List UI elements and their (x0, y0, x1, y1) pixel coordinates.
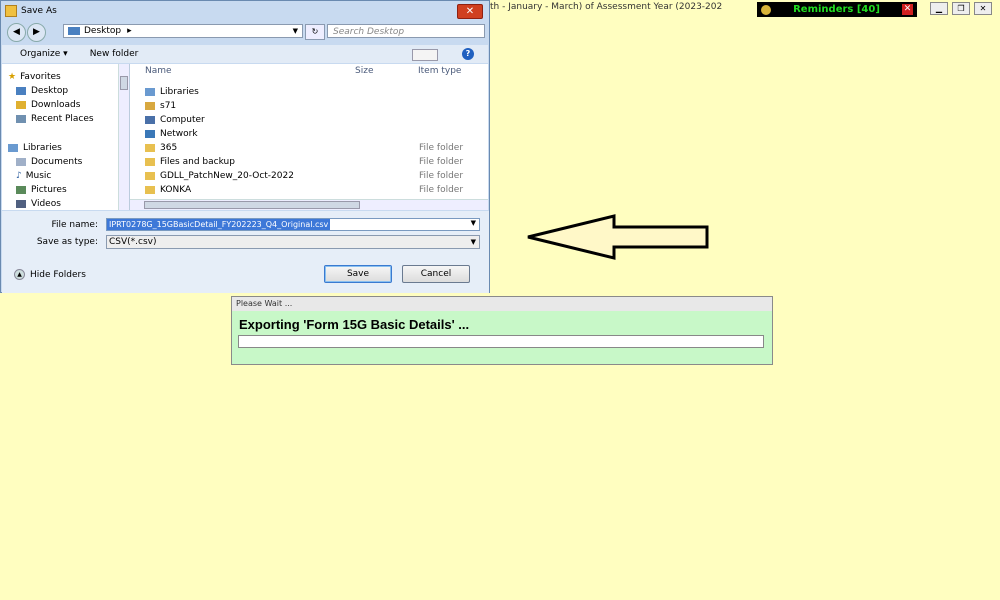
file-name-label: File name: (51, 220, 98, 230)
nav-item-documents[interactable]: Documents (16, 156, 82, 168)
nav-item-pictures[interactable]: Pictures (16, 184, 67, 196)
address-bar[interactable]: Desktop ▸ ▼ (63, 24, 303, 38)
reminders-label: Reminders [40] (793, 4, 880, 15)
please-wait-dialog: Please Wait ... Exporting 'Form 15G Basi… (231, 296, 773, 365)
address-text: Desktop (84, 26, 122, 36)
scrollbar-thumb[interactable] (144, 201, 360, 209)
minimize-button[interactable]: ▁ (930, 2, 948, 15)
column-header-type[interactable]: Item type (418, 66, 461, 76)
restore-button[interactable]: ❐ (952, 2, 970, 15)
libraries-icon (8, 144, 18, 152)
hide-folders-button[interactable]: ▲ Hide Folders (14, 269, 86, 280)
nav-favorites[interactable]: ★ Favorites (8, 71, 61, 83)
horizontal-scrollbar[interactable] (130, 199, 488, 210)
folder-icon (145, 172, 155, 180)
nav-item-downloads[interactable]: Downloads (16, 99, 80, 111)
new-folder-button[interactable]: New folder (90, 49, 139, 59)
folder-icon (145, 158, 155, 166)
forward-button[interactable]: ▶ (27, 23, 46, 42)
nav-libraries[interactable]: Libraries (8, 142, 62, 154)
list-item[interactable]: Libraries (145, 86, 470, 98)
please-wait-title: Please Wait ... (232, 297, 772, 311)
export-progress-bar (238, 335, 764, 348)
pictures-icon (16, 186, 26, 194)
address-row: ◀ ▶ Desktop ▸ ▼ ↻ Search Desktop (5, 23, 485, 42)
window-controls: ▁ ❐ ✕ (930, 2, 992, 15)
chevron-down-icon[interactable]: ▼ (471, 219, 476, 227)
desktop-icon (68, 27, 80, 35)
views-icon[interactable] (412, 49, 438, 61)
recent-places-icon (16, 115, 26, 123)
nav-item-music[interactable]: ♪ Music (16, 170, 51, 182)
reminders-badge[interactable]: Reminders [40] ✕ (757, 2, 917, 17)
chevron-down-icon[interactable]: ▼ (293, 27, 298, 35)
documents-icon (16, 158, 26, 166)
save-type-select[interactable]: CSV(*.csv) ▼ (106, 235, 480, 249)
save-button[interactable]: Save (324, 265, 392, 283)
file-name-value: IPRT0278G_15GBasicDetail_FY202223_Q4_Ori… (107, 219, 331, 230)
list-item[interactable]: KONKA File folder (145, 184, 470, 196)
save-as-dialog: Save As ✕ ◀ ▶ Desktop ▸ ▼ ↻ Search Deskt… (0, 0, 490, 293)
chevron-right-icon: ▸ (127, 26, 132, 36)
nav-item-desktop[interactable]: Desktop (16, 85, 68, 97)
user-folder-icon (145, 102, 155, 110)
export-message: Exporting 'Form 15G Basic Details' ... (239, 317, 470, 332)
organize-button[interactable]: Organize ▾ (20, 49, 68, 59)
folder-icon (145, 144, 155, 152)
computer-icon (145, 116, 155, 124)
close-button[interactable]: ✕ (974, 2, 992, 15)
network-icon (145, 130, 155, 138)
column-header-name[interactable]: Name (145, 66, 172, 76)
app-icon (5, 5, 17, 17)
save-type-value: CSV(*.csv) (109, 237, 157, 247)
left-arrow-icon (527, 214, 709, 260)
file-name-input[interactable]: IPRT0278G_15GBasicDetail_FY202223_Q4_Ori… (106, 218, 480, 231)
back-button[interactable]: ◀ (7, 23, 26, 42)
file-list: Name Size Item type Libraries s71 Comput… (130, 64, 488, 210)
dialog-close-button[interactable]: ✕ (457, 4, 483, 19)
bulb-icon (761, 4, 771, 15)
save-type-label: Save as type: (36, 237, 98, 247)
libraries-icon (145, 88, 155, 96)
cancel-button[interactable]: Cancel (402, 265, 470, 283)
scrollbar-thumb[interactable] (120, 76, 128, 90)
list-item[interactable]: GDLL_PatchNew_20-Oct-2022 File folder (145, 170, 470, 182)
dialog-toolbar: Organize ▾ New folder ? (2, 45, 488, 63)
list-item[interactable]: 365 File folder (145, 142, 470, 154)
downloads-icon (16, 101, 26, 109)
nav-item-recent-places[interactable]: Recent Places (16, 113, 94, 125)
column-header-size[interactable]: Size (355, 66, 373, 76)
help-icon[interactable]: ? (462, 48, 474, 60)
chevron-up-icon: ▲ (14, 269, 25, 280)
navigation-pane: ★ Favorites Desktop Downloads Recent Pla… (2, 64, 130, 210)
dialog-title: Save As (21, 6, 57, 16)
nav-item-videos[interactable]: Videos (16, 198, 61, 210)
list-item[interactable]: s71 (145, 100, 470, 112)
list-item[interactable]: Files and backup File folder (145, 156, 470, 168)
close-icon[interactable]: ✕ (902, 4, 913, 15)
star-icon: ★ (8, 72, 17, 82)
desktop-icon (16, 87, 26, 95)
refresh-button[interactable]: ↻ (305, 24, 325, 40)
music-icon: ♪ (16, 171, 22, 181)
dialog-titlebar: Save As ✕ (1, 1, 489, 21)
nav-scrollbar[interactable] (118, 64, 129, 210)
videos-icon (16, 200, 26, 208)
list-item[interactable]: Network (145, 128, 470, 140)
folder-icon (145, 186, 155, 194)
search-input[interactable]: Search Desktop (327, 24, 485, 38)
chevron-down-icon[interactable]: ▼ (471, 236, 476, 248)
app-window-title: th - January - March) of Assessment Year… (490, 2, 723, 12)
list-item[interactable]: Computer (145, 114, 470, 126)
save-options: File name: IPRT0278G_15GBasicDetail_FY20… (2, 211, 489, 293)
